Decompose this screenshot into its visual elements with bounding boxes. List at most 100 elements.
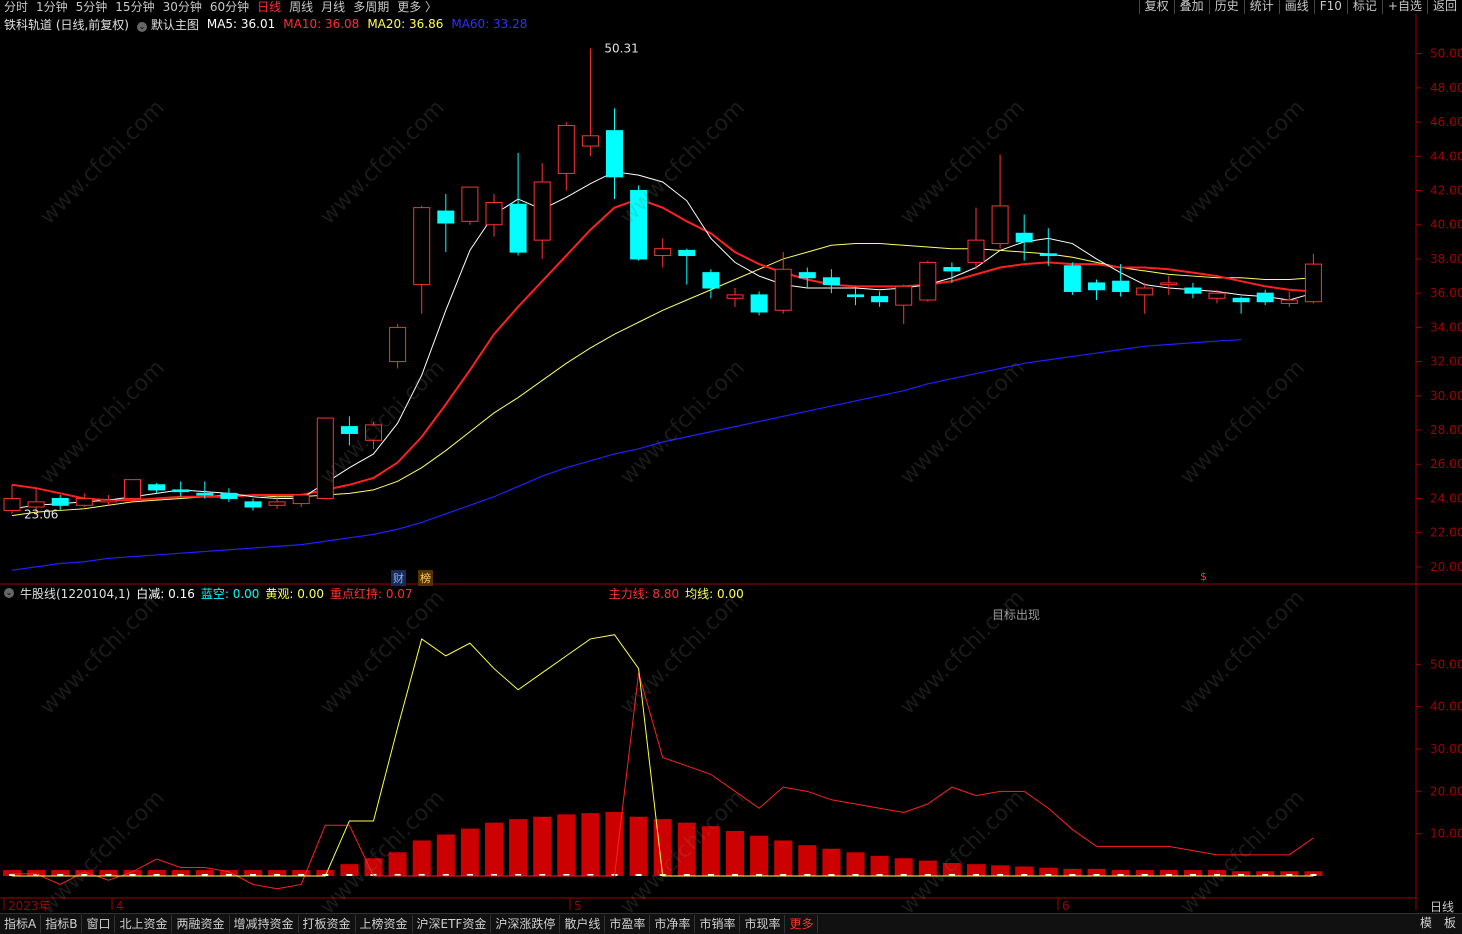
candle[interactable] [340,426,358,434]
top-tool-0[interactable]: 复权 [1138,0,1174,14]
candle[interactable] [750,294,768,313]
candle[interactable] [630,190,648,260]
top-tool-8[interactable]: 返回 [1426,0,1462,14]
candle[interactable] [244,501,262,508]
bottom-tab-15[interactable]: 更多 [785,915,819,933]
candle[interactable] [389,326,407,363]
candle[interactable] [124,479,141,499]
finance-marker[interactable]: 财 [391,570,406,586]
candle[interactable] [485,201,503,226]
indicator-name[interactable]: 牛股线(1220104,1) [20,585,130,602]
candle[interactable] [1184,287,1202,294]
dividend-marker[interactable]: $ [1198,570,1209,583]
candle[interactable] [1232,297,1250,303]
candle[interactable] [581,135,599,147]
chevron-down-icon[interactable]: ⌄ [4,588,14,598]
candle[interactable] [1088,282,1105,291]
candle[interactable] [1015,232,1033,243]
candle[interactable] [726,294,744,299]
bottom-tab-11[interactable]: 市盈率 [605,915,651,933]
top-tool-2[interactable]: 历史 [1208,0,1244,14]
candle[interactable] [148,484,166,491]
candle[interactable] [654,248,672,257]
top-tool-6[interactable]: 标记 [1346,0,1382,14]
kline-chart[interactable]: 20.00 22.00 24.00 26.00 28.00 30.00 32.00 34.00… [0,14,1462,913]
candle[interactable] [1160,282,1178,286]
candle[interactable] [220,492,238,499]
candle[interactable] [196,492,214,496]
top-tool-4[interactable]: 画线 [1278,0,1314,14]
bottom-tab-6[interactable]: 打板资金 [299,915,356,933]
bottom-tab-1[interactable]: 指标B [41,915,83,933]
candle[interactable] [678,249,696,257]
candle[interactable] [606,130,623,178]
candle[interactable] [316,417,334,499]
bottom-tab-13[interactable]: 市销率 [695,915,741,933]
top-tool-5[interactable]: F10 [1313,0,1347,14]
bottom-tab-8[interactable]: 沪深ETF资金 [413,915,492,933]
period-tab-1[interactable]: 1分钟 [32,1,72,13]
candle[interactable] [1280,299,1298,304]
candle[interactable] [3,497,21,511]
period-tab-7[interactable]: 周线 [285,1,317,13]
period-tab-8[interactable]: 月线 [317,1,349,13]
candle[interactable] [774,268,792,311]
period-tab-2[interactable]: 5分钟 [72,1,112,13]
candle[interactable] [27,501,45,508]
template-selector[interactable]: ⌄ 默认主图 [137,16,199,33]
candle[interactable] [1136,287,1154,296]
candle[interactable] [847,294,864,298]
bottom-tab-0[interactable]: 指标A [0,915,42,933]
stock-name[interactable]: 铁科轨道 (日线,前复权) [4,16,129,33]
candle[interactable] [1063,265,1081,292]
candle[interactable] [943,267,961,272]
candle[interactable] [1208,292,1226,299]
candle[interactable] [292,494,310,505]
candle[interactable] [172,489,190,493]
candle[interactable] [51,497,69,506]
period-tab-9[interactable]: 多周期 [349,1,393,13]
candle[interactable] [268,501,286,506]
candle[interactable] [1039,253,1057,257]
candle[interactable] [461,186,479,222]
list-marker[interactable]: 榜 [418,570,433,586]
period-tab-0[interactable]: 分时 [0,1,32,13]
candle[interactable] [99,499,117,503]
candle[interactable] [1112,280,1130,292]
candle[interactable] [1256,292,1274,303]
candle[interactable] [798,272,816,279]
bottom-tab-12[interactable]: 市净率 [650,915,696,933]
candle[interactable] [557,125,575,174]
candle[interactable] [895,285,913,306]
bottom-tab-2[interactable]: 窗口 [82,915,116,933]
bottom-tab-14[interactable]: 市现率 [740,915,786,933]
period-tab-4[interactable]: 30分钟 [159,1,206,13]
candle[interactable] [533,181,551,241]
candle[interactable] [75,497,93,506]
candle[interactable] [702,272,720,289]
top-tool-3[interactable]: 统计 [1243,0,1279,14]
bottom-tab-5[interactable]: 增减持资金 [230,915,299,933]
candle[interactable] [365,424,382,441]
candle[interactable] [871,296,889,303]
bottom-tab-9[interactable]: 沪深涨跌停 [491,915,561,933]
bottom-tab-7[interactable]: 上榜资金 [356,915,413,933]
bottom-right-btn-0[interactable]: 模 [1414,914,1438,933]
candle[interactable] [967,239,985,263]
bottom-right-btn-1[interactable]: 板 [1438,914,1462,933]
candle[interactable] [991,205,1009,245]
period-tab-10[interactable]: 更多 〉 [393,1,441,13]
candle[interactable] [437,210,455,224]
bottom-tab-3[interactable]: 北上资金 [115,915,173,933]
bottom-tab-4[interactable]: 两融资金 [172,915,230,933]
candle[interactable] [822,277,840,286]
candle[interactable] [509,203,527,253]
period-tab-6[interactable]: 日线 [253,1,285,13]
period-tab-5[interactable]: 60分钟 [206,1,253,13]
candle[interactable] [919,261,937,301]
top-tool-1[interactable]: 叠加 [1173,0,1209,14]
candle[interactable] [413,207,431,286]
candle[interactable] [1304,263,1322,303]
period-tab-3[interactable]: 15分钟 [111,1,158,13]
bottom-tab-10[interactable]: 散户线 [560,915,606,933]
